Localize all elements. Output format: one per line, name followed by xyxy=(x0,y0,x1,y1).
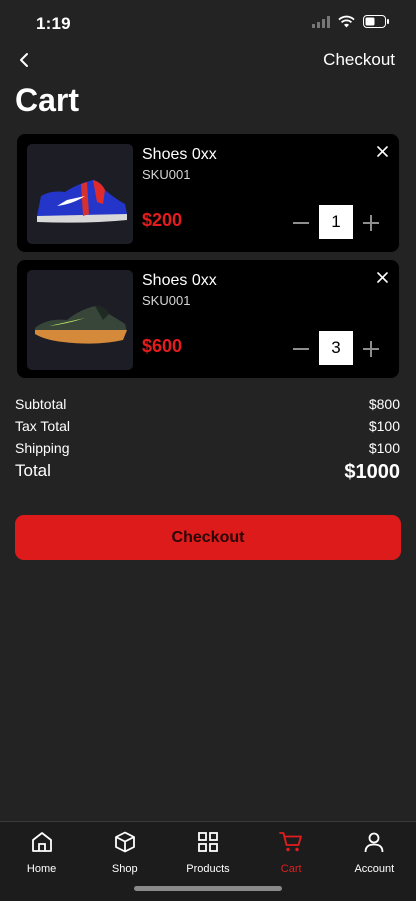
page-title: Cart xyxy=(15,82,80,118)
tab-label: Account xyxy=(354,863,395,875)
tab-account[interactable]: Account xyxy=(333,822,416,901)
shipping-value: $100 xyxy=(368,440,400,456)
checkout-link[interactable]: Checkout xyxy=(323,50,395,70)
product-price: $200 xyxy=(142,210,183,230)
plus-icon xyxy=(363,215,379,231)
quantity-increase-button[interactable] xyxy=(361,339,381,359)
signal-icon xyxy=(312,15,330,28)
cart-icon xyxy=(279,832,303,852)
quantity-decrease-button[interactable] xyxy=(291,213,311,233)
grid-icon xyxy=(198,832,218,852)
quantity-decrease-button[interactable] xyxy=(291,339,311,359)
minus-icon xyxy=(293,348,309,350)
blue-nike-sneaker xyxy=(37,180,127,223)
battery-icon xyxy=(363,15,389,28)
shipping-label: Shipping xyxy=(15,440,70,456)
quantity-increase-button[interactable] xyxy=(361,213,381,233)
product-image[interactable] xyxy=(27,270,133,370)
tab-label: Home xyxy=(26,863,57,875)
user-icon xyxy=(364,832,384,853)
close-icon xyxy=(376,271,388,283)
remove-item-button[interactable] xyxy=(374,143,390,159)
subtotal-label: Subtotal xyxy=(15,396,67,412)
total-value: $1000 xyxy=(344,461,400,483)
remove-item-button[interactable] xyxy=(374,269,390,285)
home-indicator[interactable] xyxy=(134,886,282,891)
cart-item: Shoes 0xx SKU001 $200 1 xyxy=(17,134,399,252)
total-row: Total $1000 xyxy=(15,461,400,484)
quantity-field[interactable]: 3 xyxy=(319,331,353,365)
product-price: $600 xyxy=(142,336,183,356)
status-time: 1:19 xyxy=(36,14,71,33)
tax-value: $100 xyxy=(368,418,400,434)
home-icon xyxy=(31,832,52,852)
tax-row: Tax Total $100 xyxy=(15,418,400,434)
tax-label: Tax Total xyxy=(15,418,70,434)
wifi-icon xyxy=(338,15,355,28)
tab-label: Shop xyxy=(111,863,138,875)
status-icons xyxy=(312,15,390,28)
tab-label: Products xyxy=(186,863,230,875)
minus-icon xyxy=(293,222,309,224)
product-sku: SKU001 xyxy=(142,167,191,182)
subtotal-row: Subtotal $800 xyxy=(15,396,400,412)
chevron-left-icon xyxy=(20,53,28,67)
product-name: Shoes 0xx xyxy=(142,146,217,163)
product-name: Shoes 0xx xyxy=(142,272,217,289)
total-label: Total xyxy=(15,461,51,480)
checkout-button[interactable]: Checkout xyxy=(15,515,401,560)
box-icon xyxy=(114,831,135,853)
tab-label: Cart xyxy=(280,863,302,875)
shipping-row: Shipping $100 xyxy=(15,440,400,456)
quantity-field[interactable]: 1 xyxy=(319,205,353,239)
green-orange-nike-sneaker xyxy=(35,306,127,344)
plus-icon xyxy=(363,341,379,357)
status-bar: 1:19 xyxy=(0,0,416,48)
nav-bar: Checkout xyxy=(0,48,416,74)
product-sku: SKU001 xyxy=(142,293,191,308)
subtotal-value: $800 xyxy=(368,396,400,412)
tab-home[interactable]: Home xyxy=(0,822,83,901)
cart-item: Shoes 0xx SKU001 $600 3 xyxy=(17,260,399,378)
back-button[interactable] xyxy=(12,48,36,72)
product-image[interactable] xyxy=(27,144,133,244)
close-icon xyxy=(376,145,388,157)
